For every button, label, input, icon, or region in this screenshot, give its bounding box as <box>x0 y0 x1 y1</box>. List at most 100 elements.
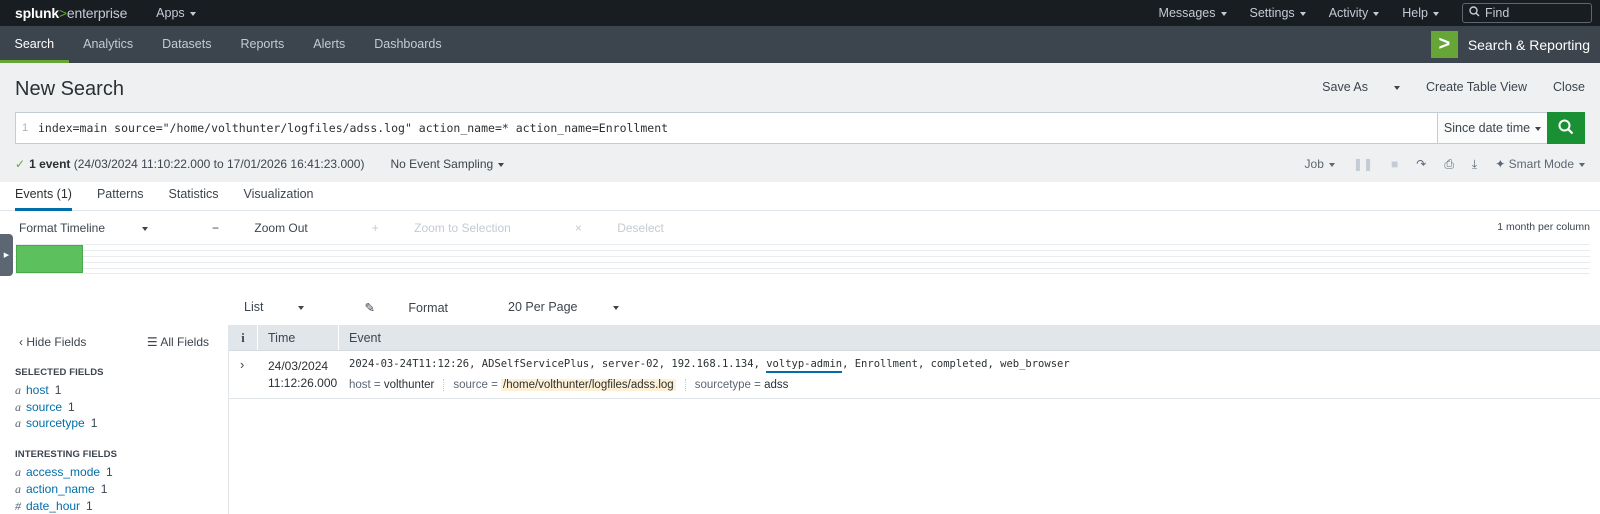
plus-icon: + <box>371 221 379 235</box>
settings-menu[interactable]: Settings <box>1250 6 1306 20</box>
field-item[interactable]: a source 1 <box>15 400 75 415</box>
time-column-header[interactable]: Time <box>258 325 339 350</box>
format-timeline-menu[interactable]: Format Timeline <box>19 221 180 235</box>
results-controls: List ✎ Format 20 Per Page <box>244 300 679 315</box>
nav-dashboards[interactable]: Dashboards <box>360 26 456 63</box>
expand-handle-icon[interactable]: ▶ <box>0 234 13 276</box>
caret-down-icon <box>1579 162 1585 167</box>
logo-gt-text: > <box>58 5 67 21</box>
search-query-input[interactable]: index=main source="/home/volthunter/logf… <box>34 113 1437 143</box>
nav-search[interactable]: Search <box>0 26 69 63</box>
list-label: List <box>244 300 264 314</box>
timeline-gridline <box>15 244 1590 245</box>
find-input[interactable]: Find <box>1462 3 1592 23</box>
source-value: /home/volthunter/logfiles/adss.log <box>501 379 676 391</box>
field-item[interactable]: # date_hour 1 <box>15 499 93 514</box>
app-name: Search & Reporting <box>1467 36 1590 53</box>
job-menu[interactable]: Job <box>1305 157 1335 171</box>
tab-patterns[interactable]: Patterns <box>97 182 144 211</box>
check-icon: ✓ <box>15 157 26 171</box>
format-timeline-label: Format Timeline <box>19 221 106 235</box>
save-as-button[interactable]: Save As <box>1296 80 1401 94</box>
deselect-label: Deselect <box>617 221 664 235</box>
field-name: host <box>26 383 49 397</box>
field-count: 1 <box>86 499 93 513</box>
timeline-gridline <box>15 256 1590 257</box>
field-type: a <box>15 465 21 479</box>
fields-sidebar: ‹ Hide Fields ☰ All Fields SELECTED FIEL… <box>0 325 229 514</box>
export-icon[interactable]: ⤓ <box>1472 157 1477 172</box>
field-count: 1 <box>68 400 75 414</box>
format-button[interactable]: ✎ Format <box>364 300 478 315</box>
format-label: Format <box>408 301 449 315</box>
nav-reports[interactable]: Reports <box>226 26 299 63</box>
timeline-bar[interactable] <box>16 245 83 273</box>
host-field[interactable]: host = volthunter <box>349 379 445 391</box>
nav-analytics[interactable]: Analytics <box>69 26 148 63</box>
field-item[interactable]: a sourcetype 1 <box>15 416 97 431</box>
info-column-header[interactable]: i <box>229 325 258 350</box>
create-table-view-button[interactable]: Create Table View <box>1426 80 1527 94</box>
caret-down-icon <box>1328 162 1335 167</box>
search-mode-menu[interactable]: ✦ Smart Mode <box>1495 157 1585 171</box>
caret-down-icon <box>298 305 305 310</box>
stop-icon[interactable]: ■ <box>1391 157 1398 171</box>
per-page-menu[interactable]: 20 Per Page <box>508 300 649 315</box>
timeline-chart[interactable] <box>15 244 1590 274</box>
event-clock: 11:12:26.000 <box>268 376 338 390</box>
caret-down-icon <box>1433 11 1439 16</box>
tab-visualization[interactable]: Visualization <box>244 182 314 211</box>
messages-menu[interactable]: Messages <box>1159 6 1227 20</box>
field-item[interactable]: a host 1 <box>15 383 61 398</box>
field-type: a <box>15 383 21 397</box>
job-label: Job <box>1304 157 1324 171</box>
job-status: ✓ 1 event (24/03/2024 11:10:22.000 to 17… <box>15 155 1585 173</box>
event-text-pre: 2024-03-24T11:12:26, ADSelfServicePlus, … <box>349 358 767 370</box>
field-count: 1 <box>54 383 62 397</box>
nav-alerts[interactable]: Alerts <box>299 26 360 63</box>
share-icon[interactable]: ↷ <box>1416 157 1426 171</box>
field-item[interactable]: a action_name 1 <box>15 482 107 497</box>
all-fields-label: All Fields <box>160 335 209 349</box>
caret-down-icon <box>1299 11 1306 16</box>
list-view-menu[interactable]: List <box>244 300 334 315</box>
close-button[interactable]: Close <box>1553 80 1585 94</box>
deselect-button[interactable]: × Deselect <box>575 221 696 235</box>
chevron-right-icon[interactable]: › <box>240 357 244 372</box>
nav-datasets[interactable]: Datasets <box>148 26 226 63</box>
field-name: source <box>26 400 63 414</box>
splunk-logo[interactable]: splunk>enterprise <box>15 5 127 21</box>
field-item[interactable]: a access_mode 1 <box>15 465 113 480</box>
print-icon[interactable]: ⎙ <box>1444 157 1454 172</box>
tab-statistics[interactable]: Statistics <box>169 182 219 211</box>
timeline-gridline <box>15 262 1590 263</box>
save-as-label: Save As <box>1322 80 1369 94</box>
apps-menu[interactable]: Apps <box>156 6 196 20</box>
logo-splunk-text: splunk <box>15 5 59 21</box>
zoom-out-button[interactable]: − Zoom Out <box>212 221 340 235</box>
tab-events[interactable]: Events (1) <box>15 182 72 211</box>
minus-icon: − <box>212 221 220 235</box>
field-name: access_mode <box>26 465 101 479</box>
source-field[interactable]: source = /home/volthunter/logfiles/adss.… <box>453 379 686 391</box>
search-submit-button[interactable] <box>1547 112 1585 144</box>
zoom-to-selection-button[interactable]: + Zoom to Selection <box>372 221 543 235</box>
event-time[interactable]: 24/03/2024 11:12:26.000 <box>268 358 337 392</box>
bulb-icon: ✦ <box>1495 157 1506 171</box>
caret-down-icon <box>1220 11 1227 16</box>
pause-icon[interactable]: ❚❚ <box>1353 157 1373 171</box>
page-title: New Search <box>15 78 124 100</box>
search-icon <box>1558 119 1574 138</box>
sourcetype-field[interactable]: sourcetype = adss <box>695 379 798 391</box>
hide-fields-button[interactable]: ‹ Hide Fields <box>19 335 86 349</box>
time-range-picker[interactable]: Since date time <box>1437 113 1547 143</box>
event-sampling-menu[interactable]: No Event Sampling <box>390 157 505 171</box>
activity-menu[interactable]: Activity <box>1329 6 1380 20</box>
event-raw-text[interactable]: 2024-03-24T11:12:26, ADSelfServicePlus, … <box>349 358 1070 373</box>
event-highlight[interactable]: voltyp-admin <box>766 358 843 373</box>
help-menu[interactable]: Help <box>1402 6 1439 20</box>
app-brand[interactable]: > Search & Reporting <box>1430 31 1590 58</box>
events-table: i Time Event › 24/03/2024 11:12:26.000 20… <box>229 325 1600 399</box>
all-fields-button[interactable]: ☰ All Fields <box>147 335 209 349</box>
event-count: 1 event <box>29 157 71 171</box>
